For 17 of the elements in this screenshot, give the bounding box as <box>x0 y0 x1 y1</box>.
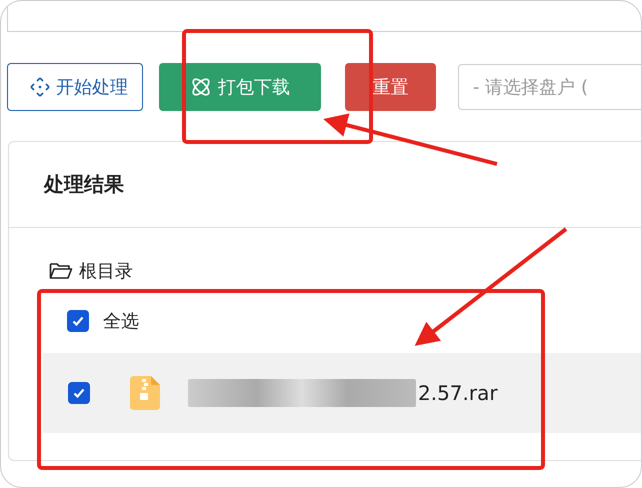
atom-icon <box>190 76 212 98</box>
checkbox[interactable] <box>68 382 90 404</box>
zip-file-icon <box>130 376 160 410</box>
panel-title: 处理结果 <box>44 171 124 198</box>
folder-icon <box>49 261 73 281</box>
check-icon <box>71 314 85 328</box>
select-field[interactable]: - 请选择盘户 ( <box>458 64 641 110</box>
reset-button[interactable]: 重置 <box>345 63 436 111</box>
checkbox[interactable] <box>67 310 89 332</box>
download-button[interactable]: 打包下载 <box>159 63 321 111</box>
file-name: 2.57.rar <box>418 381 498 405</box>
folder-label[interactable]: 根目录 <box>79 259 133 283</box>
arrows-icon <box>30 77 50 97</box>
file-row[interactable]: 2.57.rar <box>43 353 641 433</box>
select-all-label: 全选 <box>103 310 139 333</box>
start-button[interactable]: 开始处理 <box>7 63 143 111</box>
check-icon <box>72 386 86 400</box>
